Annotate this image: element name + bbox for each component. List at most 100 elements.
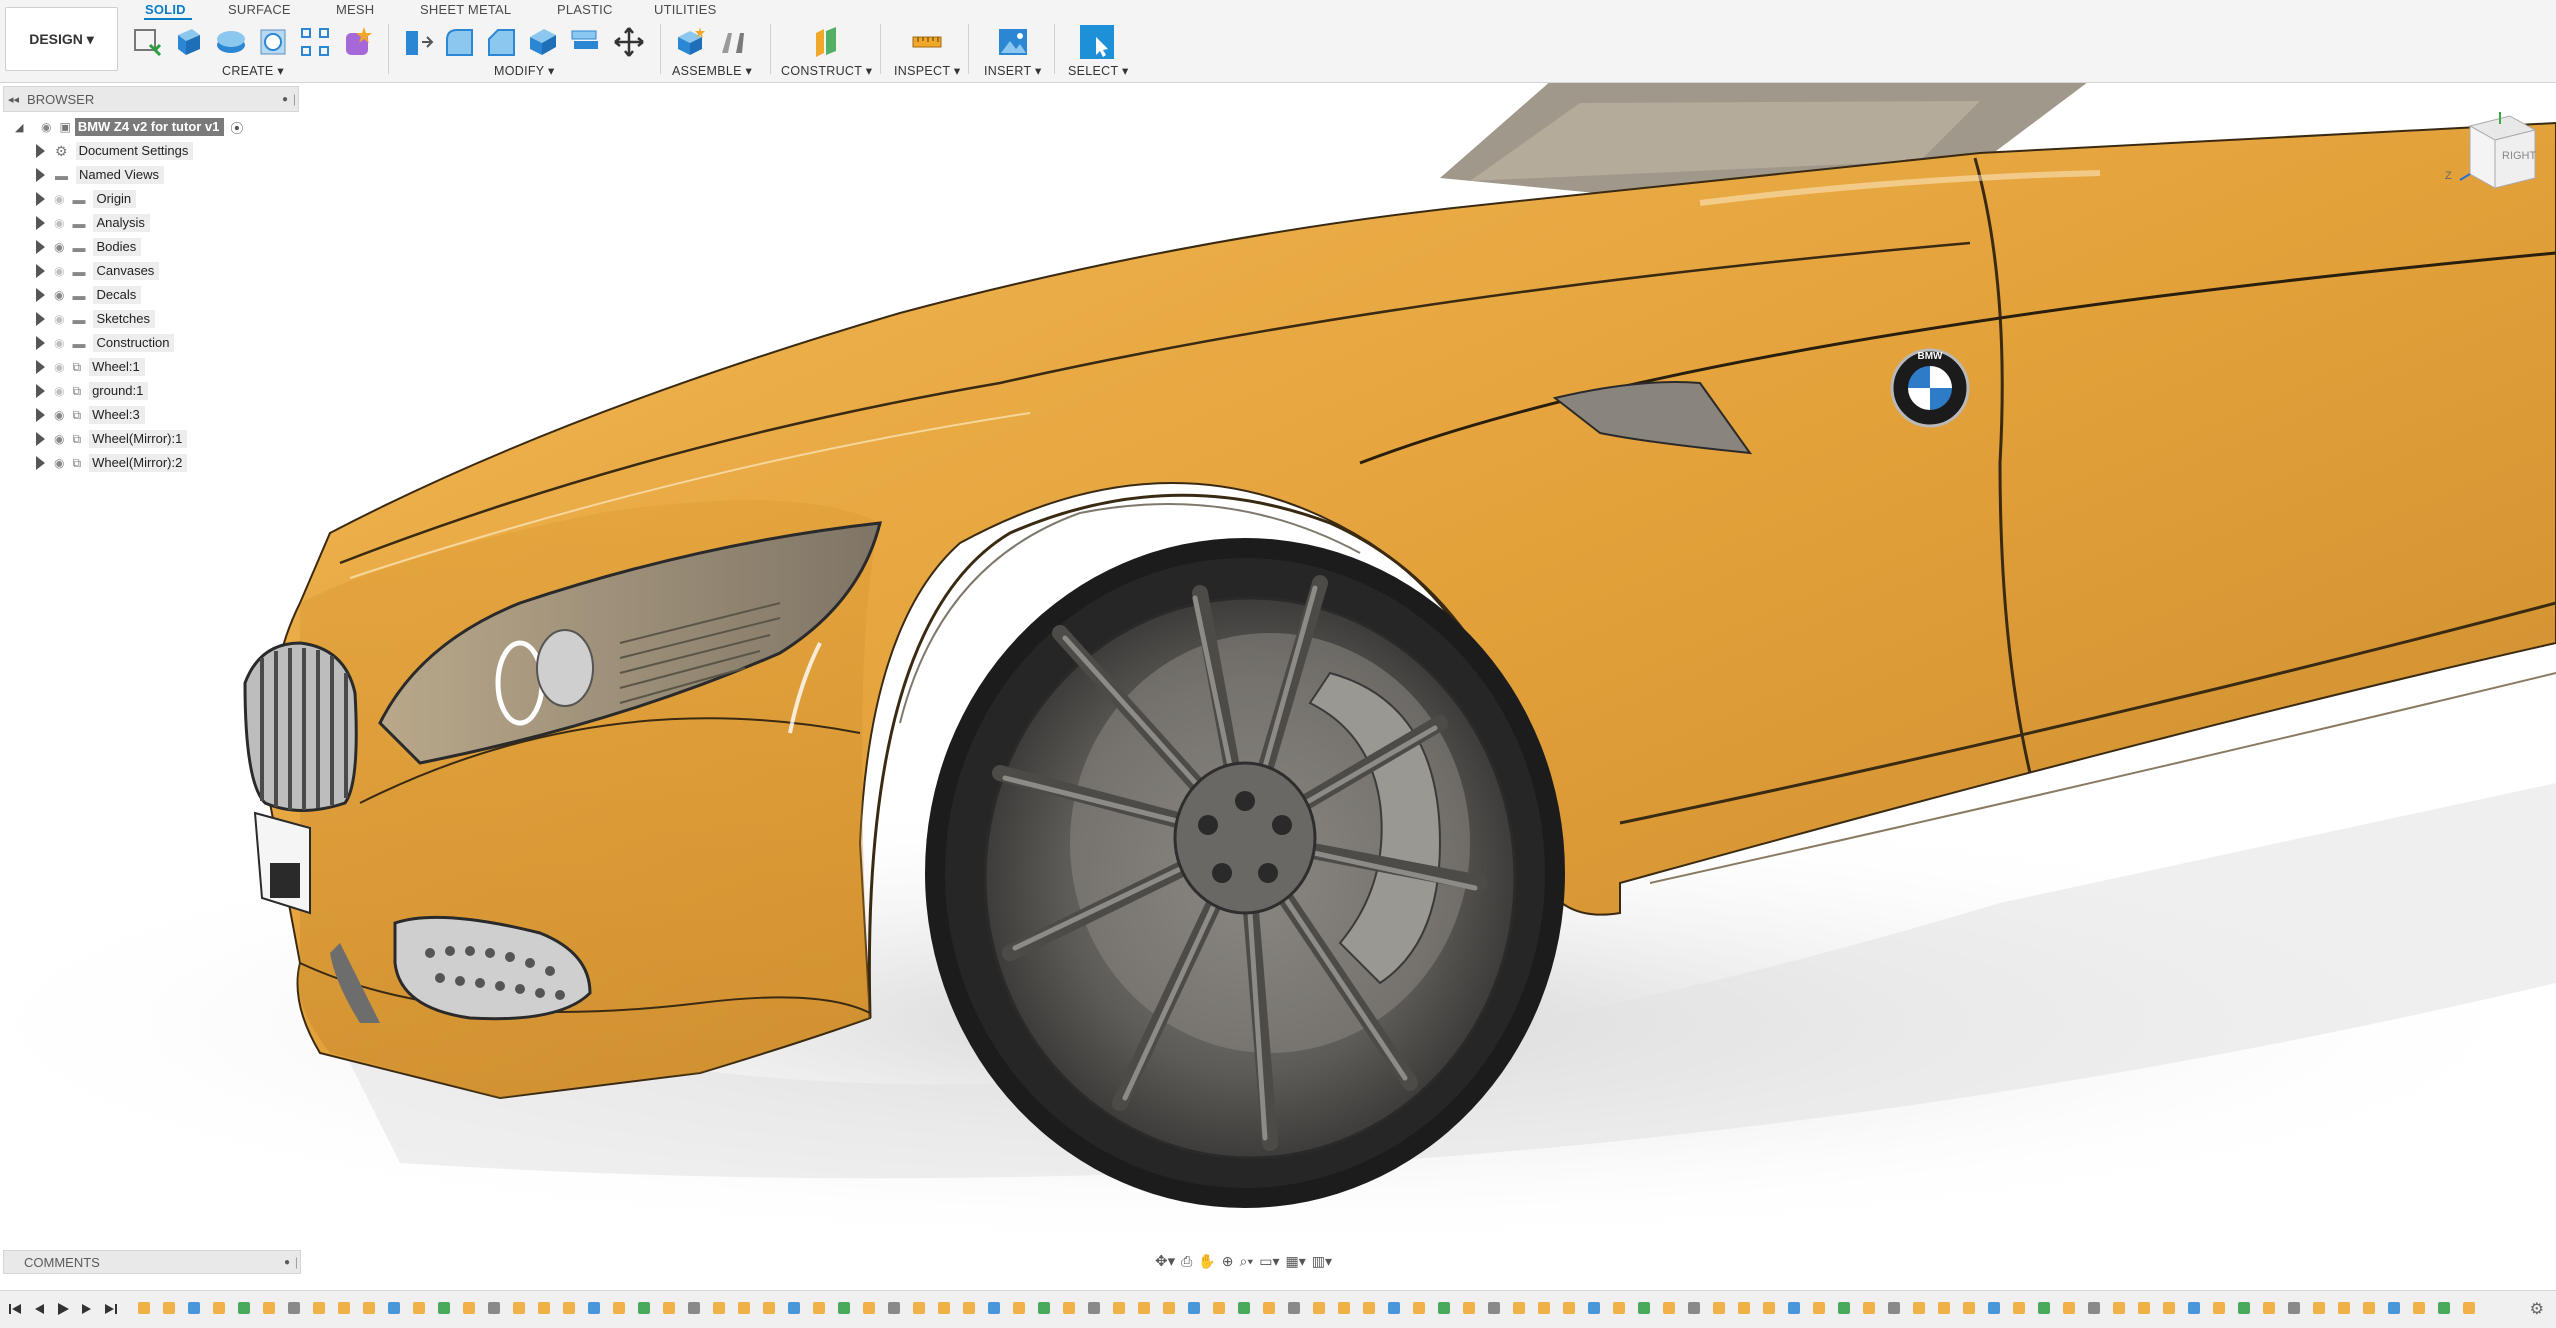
timeline-feature-icon[interactable]	[1138, 1302, 1150, 1314]
timeline-feature-icon[interactable]	[788, 1302, 800, 1314]
timeline-feature-icon[interactable]	[438, 1302, 450, 1314]
orbit-icon[interactable]: ✥▾	[1155, 1252, 1175, 1270]
expand-arrow-icon[interactable]	[36, 456, 45, 470]
timeline-feature-icon[interactable]	[1713, 1302, 1725, 1314]
timeline-feature-icon[interactable]	[2413, 1302, 2425, 1314]
step-back-icon[interactable]	[30, 1300, 48, 1318]
timeline-feature-icon[interactable]	[2463, 1302, 2475, 1314]
timeline-feature-icon[interactable]	[1488, 1302, 1500, 1314]
eye-hidden-icon[interactable]: ◉	[54, 360, 64, 374]
grid-icon[interactable]: ▦▾	[1285, 1253, 1305, 1270]
expand-arrow-icon[interactable]	[36, 264, 45, 278]
timeline-feature-icon[interactable]	[1663, 1302, 1675, 1314]
browser-item[interactable]: ◉ ⧉ ground:1	[36, 380, 149, 402]
form-icon[interactable]	[340, 25, 374, 59]
panel-divider-icon[interactable]: |	[295, 1255, 298, 1269]
expand-arrow-icon[interactable]	[36, 240, 45, 254]
rectangular-pattern-icon[interactable]	[298, 25, 332, 59]
eye-icon[interactable]: ◉	[54, 288, 64, 302]
timeline-feature-icon[interactable]	[1113, 1302, 1125, 1314]
browser-item-label[interactable]: Wheel:1	[89, 358, 145, 376]
expand-arrow-icon[interactable]	[36, 216, 45, 230]
go-to-end-icon[interactable]	[102, 1300, 120, 1318]
eye-icon[interactable]: ◉	[54, 432, 64, 446]
timeline-feature-icon[interactable]	[738, 1302, 750, 1314]
timeline-feature-icon[interactable]	[1738, 1302, 1750, 1314]
move-copy-icon[interactable]	[612, 25, 646, 59]
insert-image-icon[interactable]	[996, 25, 1030, 59]
eye-hidden-icon[interactable]: ◉	[54, 264, 64, 278]
timeline-feature-icon[interactable]	[388, 1302, 400, 1314]
browser-item[interactable]: ◉ ▬ Bodies	[36, 236, 142, 258]
browser-item[interactable]: ◉ ▬ Canvases	[36, 260, 160, 282]
timeline-feature-icon[interactable]	[1563, 1302, 1575, 1314]
expand-arrow-icon[interactable]	[36, 360, 45, 374]
timeline-feature-icon[interactable]	[1913, 1302, 1925, 1314]
new-component-icon[interactable]	[674, 25, 708, 59]
timeline-feature-icon[interactable]	[563, 1302, 575, 1314]
timeline-feature-icon[interactable]	[938, 1302, 950, 1314]
modify-menu[interactable]: MODIFY ▾	[494, 63, 555, 78]
measure-icon[interactable]	[910, 25, 944, 59]
timeline-feature-icon[interactable]	[613, 1302, 625, 1314]
browser-item-label[interactable]: Wheel:3	[89, 406, 145, 424]
timeline-feature-icon[interactable]	[1163, 1302, 1175, 1314]
timeline-feature-icon[interactable]	[2013, 1302, 2025, 1314]
timeline-feature-icon[interactable]	[588, 1302, 600, 1314]
workspace-switcher[interactable]: DESIGN ▾	[5, 7, 118, 71]
panel-pin-icon[interactable]: ●	[284, 1257, 290, 1268]
timeline-feature-icon[interactable]	[1788, 1302, 1800, 1314]
browser-item[interactable]: ◉ ▬ Analysis	[36, 212, 150, 234]
timeline-feature-icon[interactable]	[2113, 1302, 2125, 1314]
eye-icon[interactable]: ◉	[54, 408, 64, 422]
browser-item[interactable]: ◉ ⧉ Wheel(Mirror):2	[36, 452, 188, 474]
activate-radio-icon[interactable]: ⦿	[230, 118, 243, 137]
expand-arrow-icon[interactable]	[36, 336, 45, 350]
eye-icon[interactable]: ◉	[41, 120, 51, 134]
timeline-feature-icon[interactable]	[538, 1302, 550, 1314]
timeline-feature-icon[interactable]	[1613, 1302, 1625, 1314]
timeline-feature-icon[interactable]	[1763, 1302, 1775, 1314]
browser-item[interactable]: ◉ ▬ Origin	[36, 188, 137, 210]
timeline-feature-icon[interactable]	[338, 1302, 350, 1314]
timeline-feature-icon[interactable]	[1838, 1302, 1850, 1314]
timeline-feature-icon[interactable]	[2263, 1302, 2275, 1314]
tab-plastic[interactable]: PLASTIC	[557, 2, 613, 17]
viewcube-face-label[interactable]: RIGHT	[2502, 150, 2536, 162]
timeline-feature-icon[interactable]	[213, 1302, 225, 1314]
eye-icon[interactable]: ◉	[54, 456, 64, 470]
eye-hidden-icon[interactable]: ◉	[54, 192, 64, 206]
construct-menu[interactable]: CONSTRUCT ▾	[781, 63, 872, 78]
timeline-feature-icon[interactable]	[1938, 1302, 1950, 1314]
browser-item-label[interactable]: Construction	[93, 334, 175, 352]
tab-sheet-metal[interactable]: SHEET METAL	[420, 2, 511, 17]
panel-divider-icon[interactable]: |	[293, 92, 296, 106]
eye-icon[interactable]: ◉	[54, 240, 64, 254]
timeline-feature-icon[interactable]	[2138, 1302, 2150, 1314]
browser-item-label[interactable]: Decals	[93, 286, 142, 304]
browser-item-label[interactable]: Bodies	[93, 238, 142, 256]
car-model-render[interactable]: BMW	[0, 83, 2556, 1278]
browser-item[interactable]: ▬ Named Views	[36, 164, 164, 186]
browser-item-label[interactable]: ground:1	[89, 382, 149, 400]
timeline-feature-icon[interactable]	[1638, 1302, 1650, 1314]
timeline-feature-icon[interactable]	[2163, 1302, 2175, 1314]
timeline-feature-icon[interactable]	[838, 1302, 850, 1314]
browser-item[interactable]: ◉ ⧉ Wheel:3	[36, 404, 145, 426]
browser-item[interactable]: ◉ ▬ Construction	[36, 332, 175, 354]
collapse-panel-icon[interactable]: ◂◂	[8, 93, 19, 106]
eye-hidden-icon[interactable]: ◉	[54, 336, 64, 350]
timeline-feature-icon[interactable]	[1463, 1302, 1475, 1314]
timeline-feature-icon[interactable]	[1313, 1302, 1325, 1314]
browser-root-row[interactable]: ◢ ◉ ▣ BMW Z4 v2 for tutor v1 ⦿	[15, 116, 243, 138]
timeline-feature-icon[interactable]	[413, 1302, 425, 1314]
timeline-feature-icon[interactable]	[2388, 1302, 2400, 1314]
look-at-icon[interactable]: ⎙	[1181, 1253, 1192, 1270]
expand-arrow-icon[interactable]	[36, 384, 45, 398]
select-icon[interactable]	[1080, 25, 1114, 59]
go-to-start-icon[interactable]	[6, 1300, 24, 1318]
timeline-feature-icon[interactable]	[263, 1302, 275, 1314]
display-settings-icon[interactable]: ▭▾	[1259, 1253, 1279, 1270]
timeline-feature-icon[interactable]	[1538, 1302, 1550, 1314]
timeline-feature-icon[interactable]	[2363, 1302, 2375, 1314]
